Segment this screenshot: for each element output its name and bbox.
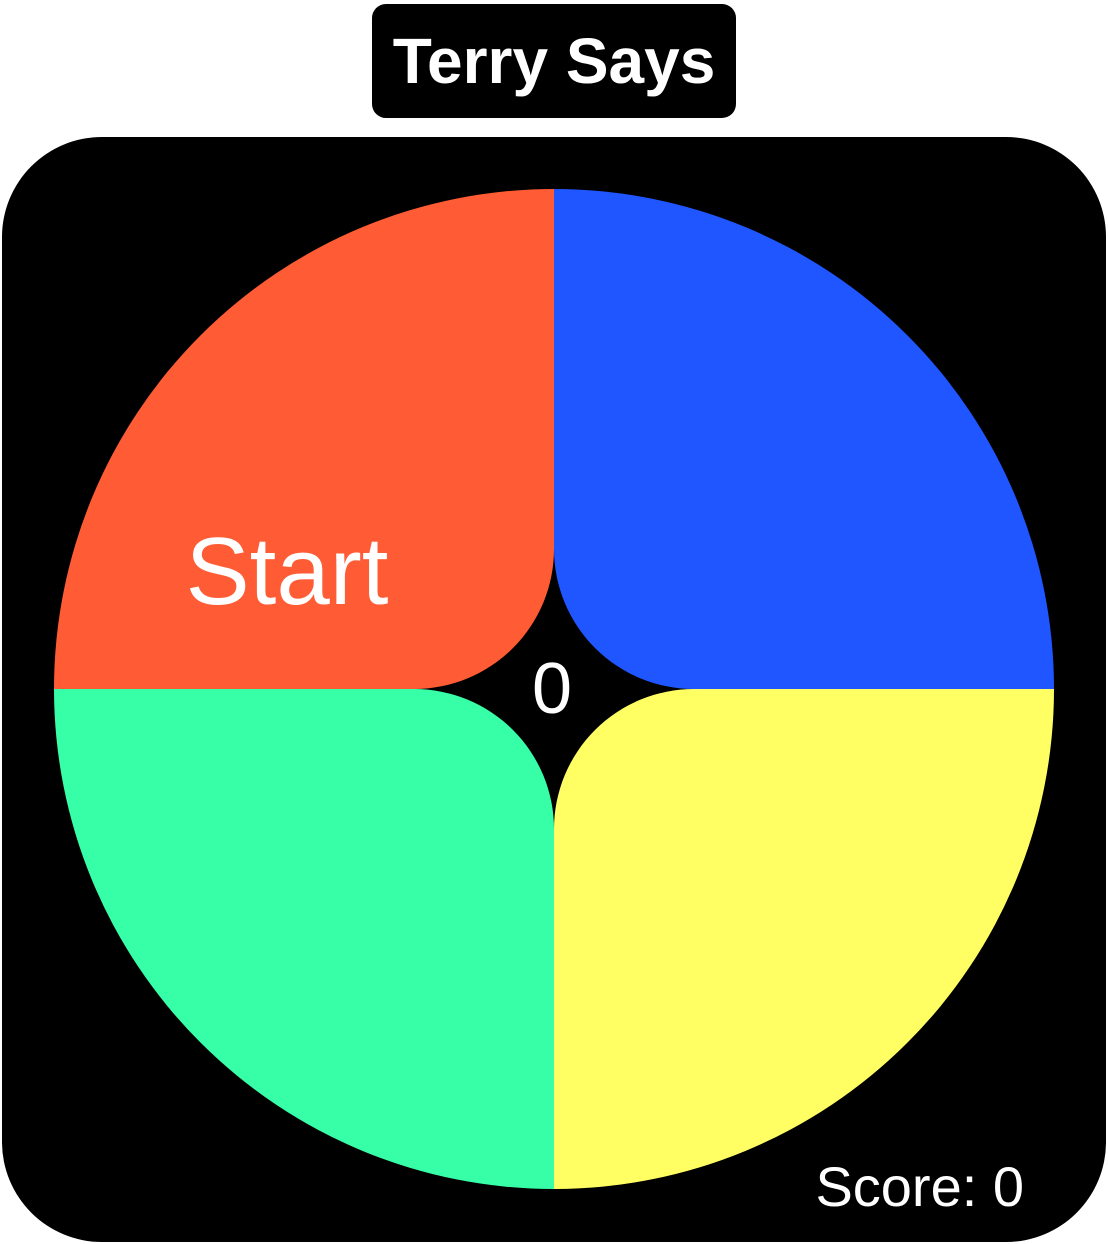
score-display: Score: 0 [815, 1155, 1024, 1218]
green-pad[interactable] [54, 689, 554, 1189]
yellow-pad[interactable] [554, 689, 1054, 1189]
round-counter: 0 [531, 649, 573, 729]
game-board: Start 0 Score: 0 [2, 137, 1106, 1242]
start-button[interactable]: Start [152, 517, 422, 627]
game-title: Terry Says [372, 4, 736, 118]
blue-pad[interactable] [554, 189, 1054, 689]
